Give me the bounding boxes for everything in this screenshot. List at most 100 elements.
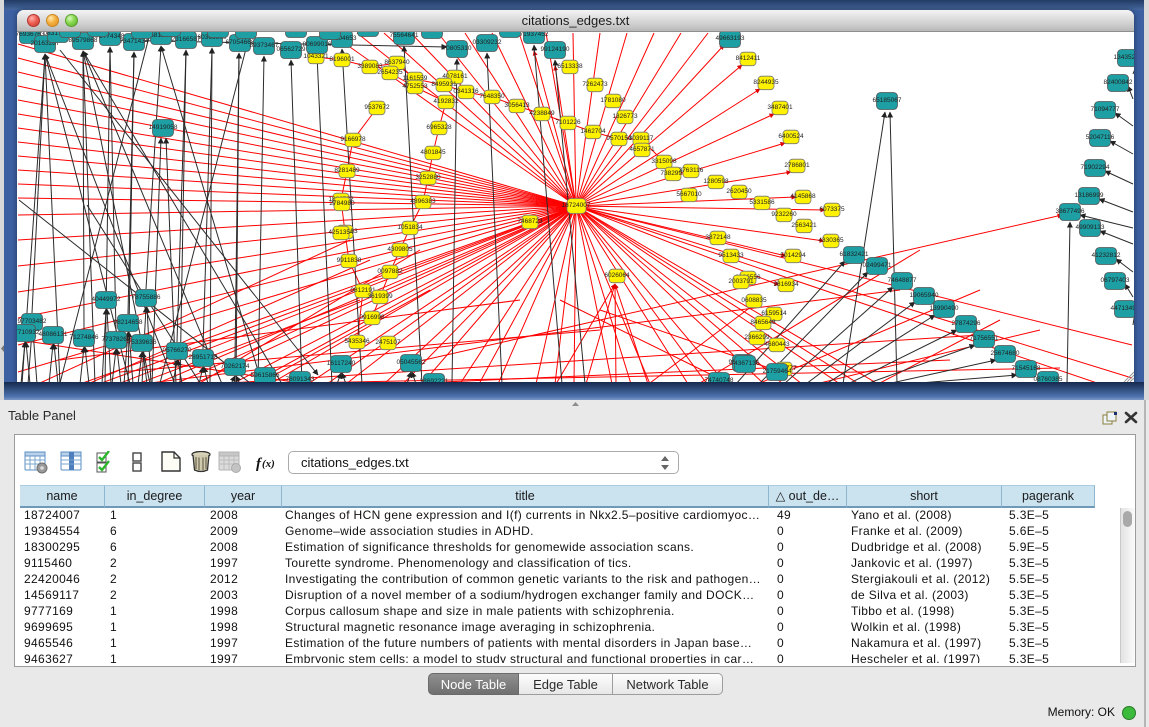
- svg-text:2563421: 2563421: [791, 222, 817, 229]
- svg-text:71274846: 71274846: [70, 334, 99, 341]
- svg-text:19065940: 19065940: [910, 292, 939, 299]
- svg-text:78755886: 78755886: [132, 294, 161, 301]
- svg-text:3315098: 3315098: [651, 158, 677, 165]
- svg-text:7468723: 7468723: [517, 218, 543, 225]
- svg-text:4752553: 4752553: [402, 83, 428, 90]
- svg-text:4657871: 4657871: [629, 146, 655, 153]
- svg-text:38677496: 38677496: [1056, 208, 1085, 215]
- svg-text:(x): (x): [262, 458, 275, 470]
- svg-text:3872148: 3872148: [705, 234, 731, 241]
- svg-text:05045562: 05045562: [397, 359, 426, 366]
- svg-text:3056413: 3056413: [504, 102, 530, 109]
- svg-text:9513433: 9513433: [718, 252, 744, 259]
- svg-text:1051834: 1051834: [397, 224, 423, 231]
- svg-text:06562729: 06562729: [277, 46, 306, 53]
- svg-text:77378263: 77378263: [102, 336, 131, 343]
- svg-text:65185067: 65185067: [873, 97, 902, 104]
- svg-text:41232812: 41232812: [1092, 252, 1121, 259]
- svg-text:44713493: 44713493: [1111, 305, 1134, 312]
- svg-text:23166587: 23166587: [172, 36, 201, 43]
- svg-text:3487401: 3487401: [767, 104, 793, 111]
- svg-text:80699016: 80699016: [303, 41, 332, 48]
- svg-text:89579868: 89579868: [69, 37, 98, 44]
- svg-text:8495931: 8495931: [431, 81, 457, 88]
- svg-text:2620450: 2620450: [726, 188, 752, 195]
- svg-text:8637940: 8637940: [384, 59, 410, 66]
- svg-text:8244935: 8244935: [753, 79, 779, 86]
- svg-text:59615865: 59615865: [251, 372, 280, 379]
- svg-text:2784980: 2784980: [329, 200, 355, 207]
- svg-text:6513338: 6513338: [557, 63, 583, 70]
- svg-text:3763116: 3763116: [679, 167, 704, 174]
- svg-text:5014294: 5014294: [780, 252, 806, 259]
- svg-text:13990490: 13990490: [930, 305, 959, 312]
- svg-text:1280598: 1280598: [703, 178, 729, 185]
- svg-text:1326773: 1326773: [612, 113, 638, 120]
- svg-text:3619399: 3619399: [367, 293, 393, 300]
- svg-text:2654235: 2654235: [377, 69, 403, 76]
- svg-text:05766270: 05766270: [163, 347, 192, 354]
- svg-text:99124190: 99124190: [541, 46, 570, 53]
- svg-text:49663193: 49663193: [716, 35, 745, 42]
- svg-text:74648877: 74648877: [888, 277, 917, 284]
- svg-text:18724007: 18724007: [562, 202, 591, 209]
- svg-text:9166978: 9166978: [340, 136, 366, 143]
- svg-text:0341316: 0341316: [453, 88, 479, 95]
- svg-text:1781080: 1781080: [600, 97, 626, 104]
- svg-text:9537672: 9537672: [364, 104, 390, 111]
- svg-text:5435346: 5435346: [344, 338, 370, 345]
- svg-text:61832421: 61832421: [840, 251, 869, 258]
- svg-text:08313678: 08313678: [232, 32, 261, 33]
- svg-text:9816934: 9816934: [773, 281, 799, 288]
- svg-text:2366299: 2366299: [744, 334, 770, 341]
- svg-text:13186999: 13186999: [1075, 192, 1104, 199]
- svg-text:3252880: 3252880: [415, 174, 441, 181]
- svg-text:16117240: 16117240: [327, 360, 356, 367]
- svg-text:03309232: 03309232: [473, 39, 502, 46]
- svg-text:74367136: 74367136: [731, 360, 760, 367]
- svg-text:2475107: 2475107: [375, 339, 401, 346]
- svg-text:6400524: 6400524: [778, 133, 804, 140]
- svg-text:0097882: 0097882: [377, 268, 403, 275]
- svg-text:27874296: 27874296: [952, 320, 981, 327]
- svg-text:4309805: 4309805: [387, 246, 413, 253]
- svg-text:7101226: 7101226: [555, 119, 581, 126]
- svg-text:43135182: 43135182: [418, 32, 447, 33]
- svg-text:7648350: 7648350: [479, 93, 505, 100]
- svg-text:2003791: 2003791: [728, 278, 754, 285]
- svg-text:4801845: 4801845: [420, 149, 446, 156]
- svg-text:4238849: 4238849: [529, 110, 555, 117]
- svg-text:4145868: 4145868: [790, 193, 816, 200]
- svg-text:4680443: 4680443: [764, 341, 790, 348]
- svg-text:6026064: 6026064: [604, 272, 630, 279]
- svg-text:5331586: 5331586: [749, 199, 775, 206]
- svg-text:2786801: 2786801: [784, 162, 810, 169]
- svg-text:6965328: 6965328: [426, 124, 452, 131]
- svg-text:8281489: 8281489: [334, 167, 360, 174]
- svg-text:71545168: 71545168: [1012, 365, 1041, 372]
- svg-text:71756551: 71756551: [970, 335, 999, 342]
- svg-text:75339636: 75339636: [128, 339, 157, 346]
- svg-text:40449972: 40449972: [92, 296, 121, 303]
- svg-text:21759464: 21759464: [763, 368, 792, 375]
- svg-text:3039117: 3039117: [629, 135, 654, 142]
- svg-text:13435240: 13435240: [1114, 54, 1134, 61]
- svg-text:1462704: 1462704: [580, 128, 606, 135]
- svg-text:4192832: 4192832: [433, 98, 459, 105]
- svg-text:8196001: 8196001: [329, 56, 355, 63]
- svg-text:28951718: 28951718: [189, 354, 218, 361]
- svg-text:25674680: 25674680: [991, 350, 1020, 357]
- svg-text:6073375: 6073375: [819, 206, 845, 213]
- svg-text:75564641: 75564641: [390, 32, 419, 39]
- svg-text:7262473: 7262473: [582, 81, 608, 88]
- svg-text:4330365: 4330365: [818, 237, 844, 244]
- svg-text:70805310: 70805310: [443, 45, 472, 52]
- svg-text:4251354: 4251354: [328, 229, 354, 236]
- svg-text:8465648: 8465648: [750, 319, 776, 326]
- svg-text:89373467: 89373467: [250, 42, 279, 49]
- svg-text:02499471: 02499471: [863, 262, 892, 269]
- svg-text:71902294: 71902294: [1081, 164, 1110, 171]
- svg-text:14919058: 14919058: [149, 124, 178, 131]
- svg-text:73471434: 73471434: [120, 38, 149, 45]
- svg-text:1043321: 1043321: [303, 53, 329, 60]
